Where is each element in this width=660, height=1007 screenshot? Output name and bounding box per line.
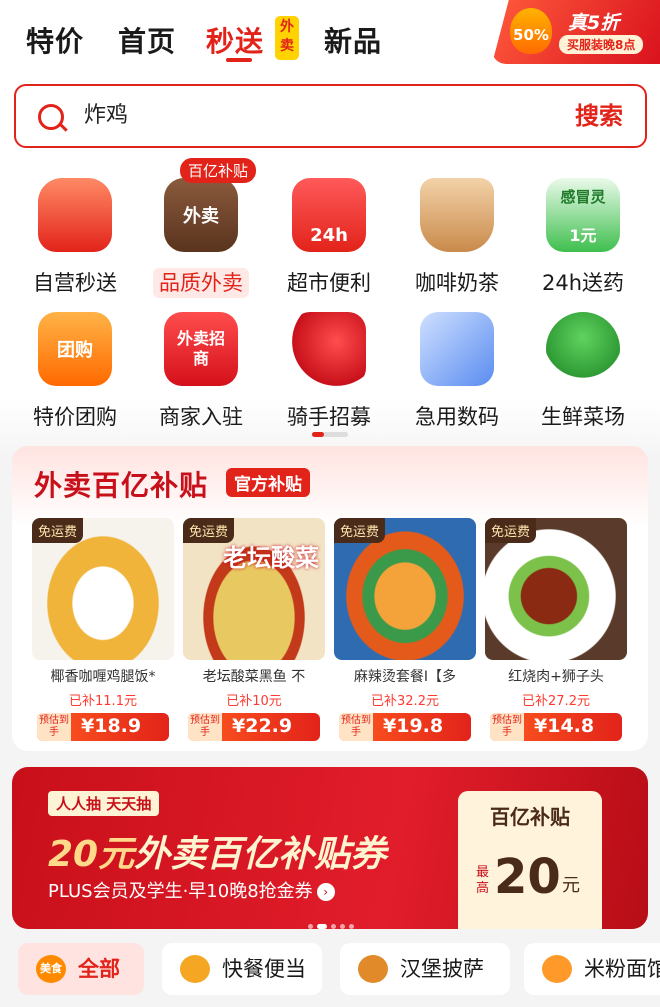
product-image: 免运费 bbox=[32, 518, 174, 660]
product-image: 免运费 bbox=[485, 518, 627, 660]
tab-home[interactable]: 首页 bbox=[118, 20, 176, 60]
medicine-box-icon: 感冒灵 1元 bbox=[546, 178, 620, 252]
store-24h-icon: 24h bbox=[292, 178, 366, 252]
page-indicator bbox=[312, 432, 348, 437]
subsidy-card: 外卖百亿补贴 官方补贴 免运费 椰香咖喱鸡腿饭* 已补11.1元 预估到手 ¥18… bbox=[12, 446, 648, 751]
chip-fast-food[interactable]: 快餐便当 bbox=[162, 943, 322, 995]
takeout-badge: 外卖 bbox=[275, 16, 299, 60]
rider-icon bbox=[292, 312, 366, 386]
search-input[interactable]: 炸鸡 bbox=[84, 100, 128, 132]
subsidy-title: 外卖百亿补贴 bbox=[34, 469, 209, 502]
coffee-cup-icon bbox=[420, 178, 494, 252]
category-coffee-tea[interactable]: 咖啡奶茶 bbox=[394, 178, 520, 298]
price-tag: 预估到手 ¥22.9 bbox=[188, 713, 320, 741]
chip-noodles[interactable]: 米粉面馆 bbox=[524, 943, 660, 995]
category-rider-recruit[interactable]: 骑手招募 bbox=[266, 312, 392, 432]
noodle-icon bbox=[542, 955, 572, 983]
product-card[interactable]: 免运费 老坛酸菜 老坛酸菜黑鱼 不 已补10元 预估到手 ¥22.9 bbox=[183, 518, 325, 741]
food-icon: 美食 bbox=[36, 955, 66, 983]
price-tag: 预估到手 ¥19.8 bbox=[339, 713, 471, 741]
promo-banner[interactable]: 50% 真5折 买服装晚8点 bbox=[492, 0, 660, 64]
takeout-bag-icon: 外卖 bbox=[164, 178, 238, 252]
flame-icon: 50% bbox=[510, 8, 552, 54]
product-name: 麻辣烫套餐I【多 bbox=[353, 669, 457, 685]
price-tag: 预估到手 ¥14.8 bbox=[490, 713, 622, 741]
product-name: 椰香咖喱鸡腿饭* bbox=[50, 669, 156, 685]
product-subsidy: 已补10元 bbox=[226, 694, 282, 709]
burger-icon bbox=[358, 955, 388, 983]
product-card[interactable]: 免运费 麻辣烫套餐I【多 已补32.2元 预估到手 ¥19.8 bbox=[334, 518, 476, 741]
promo-subtitle: 买服装晚8点 bbox=[559, 35, 644, 54]
product-image: 免运费 bbox=[334, 518, 476, 660]
active-tab-indicator bbox=[226, 58, 252, 62]
bento-icon bbox=[180, 955, 210, 983]
product-name: 老坛酸菜黑鱼 不 bbox=[202, 669, 306, 685]
coupon-card: 百亿补贴 最高 20 元 bbox=[458, 791, 602, 929]
category-group-buy[interactable]: 团购 特价团购 bbox=[12, 312, 138, 432]
category-medicine[interactable]: 感冒灵 1元 24h送药 bbox=[520, 178, 646, 298]
tab-special[interactable]: 特价 bbox=[26, 20, 84, 60]
category-digital[interactable]: 急用数码 bbox=[394, 312, 520, 432]
category-supermarket[interactable]: 24h 超市便利 bbox=[266, 178, 392, 298]
product-subsidy: 已补32.2元 bbox=[371, 694, 439, 709]
tab-new-products[interactable]: 新品 bbox=[324, 20, 382, 60]
merchant-join-icon: 外卖招商 bbox=[164, 312, 238, 386]
search-icon bbox=[38, 104, 64, 130]
product-subsidy: 已补11.1元 bbox=[69, 694, 137, 709]
top-nav: 特价 首页 秒送 外卖 新品 50% 真5折 买服装晚8点 bbox=[0, 0, 660, 78]
promo-title: 真5折 bbox=[568, 12, 620, 34]
fruit-basket-icon bbox=[38, 178, 112, 252]
banner-tag: 人人抽 天天抽 bbox=[48, 791, 160, 816]
search-bar: 炸鸡 搜索 bbox=[14, 84, 647, 148]
category-quality-takeout[interactable]: 外卖 品质外卖 bbox=[138, 178, 264, 298]
chip-burger-pizza[interactable]: 汉堡披萨 bbox=[340, 943, 510, 995]
product-image: 免运费 老坛酸菜 bbox=[183, 518, 325, 660]
category-self-operated[interactable]: 自营秒送 bbox=[12, 178, 138, 298]
phone-cable-icon bbox=[420, 312, 494, 386]
category-merchant-join[interactable]: 外卖招商 商家入驻 bbox=[138, 312, 264, 432]
product-card[interactable]: 免运费 红烧肉+狮子头 已补27.2元 预估到手 ¥14.8 bbox=[485, 518, 627, 741]
tab-instant-delivery[interactable]: 秒送 bbox=[206, 20, 264, 60]
group-buy-ticket-icon: 团购 bbox=[38, 312, 112, 386]
banner-title: 20元外卖百亿补贴券 bbox=[48, 834, 387, 875]
banner-subtitle: PLUS会员及学生·早10晚8抢金券 › bbox=[48, 877, 335, 903]
chip-all[interactable]: 美食 全部 bbox=[18, 943, 144, 995]
price-tag: 预估到手 ¥18.9 bbox=[37, 713, 169, 741]
broccoli-icon bbox=[546, 312, 620, 386]
product-subsidy: 已补27.2元 bbox=[522, 694, 590, 709]
coupon-banner[interactable]: 人人抽 天天抽 20元外卖百亿补贴券 PLUS会员及学生·早10晚8抢金券 › 百… bbox=[12, 767, 648, 929]
category-fresh-produce[interactable]: 生鲜菜场 bbox=[520, 312, 646, 432]
banner-indicator bbox=[308, 914, 358, 929]
search-button[interactable]: 搜索 bbox=[575, 98, 623, 134]
subsidy-tag: 百亿补贴 bbox=[180, 158, 257, 183]
product-name: 红烧肉+狮子头 bbox=[508, 669, 604, 685]
product-card[interactable]: 免运费 椰香咖喱鸡腿饭* 已补11.1元 预估到手 ¥18.9 bbox=[32, 518, 174, 741]
arrow-right-icon: › bbox=[316, 883, 335, 901]
official-subsidy-badge: 官方补贴 bbox=[226, 468, 310, 497]
